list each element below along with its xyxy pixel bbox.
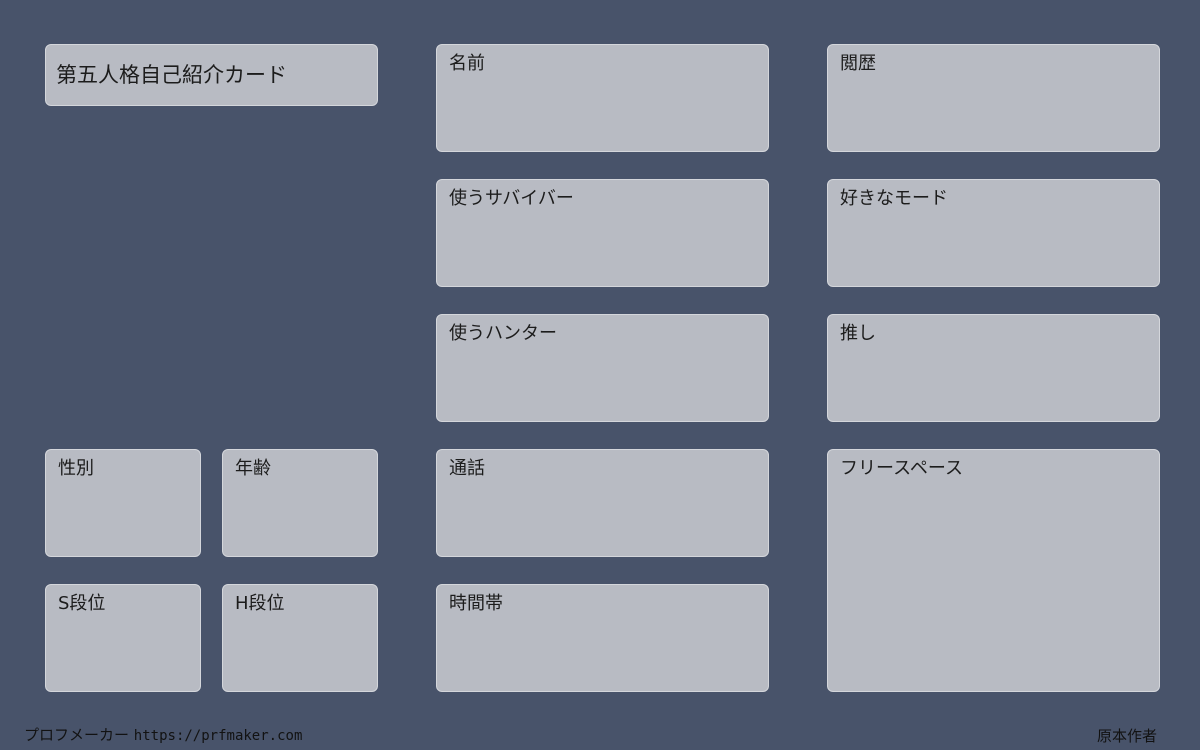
oshi-field[interactable]: 推し xyxy=(827,314,1160,422)
favorite-mode-field[interactable]: 好きなモード xyxy=(827,179,1160,287)
voice-chat-label: 通話 xyxy=(449,458,485,479)
favorite-mode-label: 好きなモード xyxy=(840,188,948,209)
s-rank-field[interactable]: S段位 xyxy=(45,584,201,692)
brand-url[interactable]: https://prfmaker.com xyxy=(134,728,303,744)
footer-credit: 原本作者 xyxy=(1097,727,1157,745)
time-slot-label: 時間帯 xyxy=(449,593,503,614)
hunter-field[interactable]: 使うハンター xyxy=(436,314,769,422)
brand-name: プロフメーカー xyxy=(24,726,130,744)
card-title: 第五人格自己紹介カード xyxy=(56,63,287,87)
gender-label: 性別 xyxy=(58,458,94,479)
free-space-field[interactable]: フリースペース xyxy=(827,449,1160,692)
oshi-label: 推し xyxy=(840,323,876,344)
credit-label: 原本作者 xyxy=(1096,727,1157,745)
age-label: 年齢 xyxy=(235,458,271,479)
hunter-label: 使うハンター xyxy=(449,323,557,344)
name-label: 名前 xyxy=(449,53,485,74)
gender-field[interactable]: 性別 xyxy=(45,449,201,557)
history-label: 閲歴 xyxy=(840,53,876,74)
title-box: 第五人格自己紹介カード xyxy=(45,44,378,106)
h-rank-label: H段位 xyxy=(235,593,285,614)
name-field[interactable]: 名前 xyxy=(436,44,769,152)
s-rank-label: S段位 xyxy=(58,593,106,614)
survivor-field[interactable]: 使うサバイバー xyxy=(436,179,769,287)
free-space-label: フリースペース xyxy=(840,458,963,479)
profile-card: 第五人格自己紹介カード 名前 閲歴 使うサバイバー 好きなモード 使うハンター … xyxy=(0,0,1200,750)
survivor-label: 使うサバイバー xyxy=(449,188,574,209)
h-rank-field[interactable]: H段位 xyxy=(222,584,378,692)
voice-chat-field[interactable]: 通話 xyxy=(436,449,769,557)
footer-brand: プロフメーカー https://prfmaker.com xyxy=(24,726,302,745)
age-field[interactable]: 年齢 xyxy=(222,449,378,557)
history-field[interactable]: 閲歴 xyxy=(827,44,1160,152)
time-slot-field[interactable]: 時間帯 xyxy=(436,584,769,692)
